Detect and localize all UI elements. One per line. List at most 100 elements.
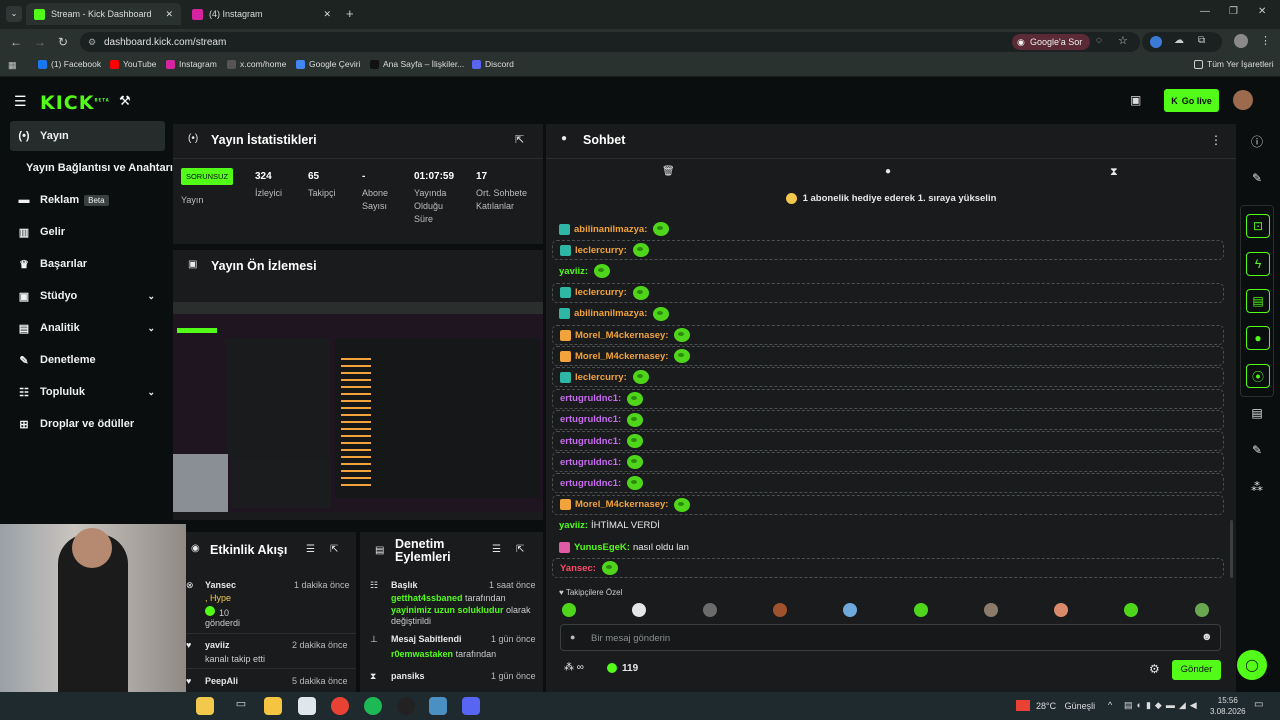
chat-menu-icon[interactable]: ⋮ xyxy=(1210,133,1222,147)
list-icon[interactable]: ▤ xyxy=(1242,398,1272,428)
bookmark-google-translate[interactable]: Google Çeviri xyxy=(296,59,361,69)
chat-message[interactable]: sub leclercurry: xyxy=(552,282,1224,303)
bookmark-youtube[interactable]: YouTube xyxy=(110,59,156,69)
emote-icon[interactable] xyxy=(983,603,998,617)
clip-icon[interactable]: ⊡ xyxy=(1246,214,1270,238)
emote-icon[interactable] xyxy=(1054,603,1069,617)
filter-icon[interactable]: ☰ xyxy=(306,544,315,555)
weather-widget[interactable]: 28°C Güneşli xyxy=(1036,701,1095,711)
chat-username[interactable]: abilinanilmazya: xyxy=(574,308,647,319)
send-button[interactable]: Gönder xyxy=(1172,660,1221,680)
emote-icon[interactable] xyxy=(772,603,787,617)
copilot-icon[interactable] xyxy=(196,697,214,715)
edit-pencil-icon[interactable]: ✎ xyxy=(1242,163,1272,193)
chat-username[interactable]: yaviiz: xyxy=(559,266,588,277)
chat-username[interactable]: ertugruldnc1: xyxy=(560,478,621,489)
trash-icon[interactable]: 🗑 xyxy=(662,166,675,177)
extension-icon[interactable] xyxy=(1150,36,1162,48)
bookmark-star-icon[interactable]: ☆ xyxy=(1118,34,1128,47)
users-icon[interactable]: ⁂ xyxy=(1242,472,1272,502)
chat-input[interactable]: ● Bir mesaj gönderin ☻ xyxy=(560,624,1221,651)
url-field[interactable]: ⚙ dashboard.kick.com/stream xyxy=(80,32,1140,52)
emote-icon[interactable] xyxy=(1194,603,1209,617)
file-explorer-icon[interactable] xyxy=(264,697,282,715)
emote-icon[interactable] xyxy=(702,603,717,617)
bookmark-x[interactable]: x.com/home xyxy=(227,59,286,69)
bookmark-discord[interactable]: Discord xyxy=(472,59,514,69)
emote-icon[interactable] xyxy=(562,603,576,617)
site-info-icon[interactable]: ⚙ xyxy=(88,37,96,48)
go-live-button[interactable]: K Go live xyxy=(1164,89,1219,112)
kebab-menu-icon[interactable]: ⋮ xyxy=(1260,34,1271,47)
chat-message[interactable]: ertugruldnc1: xyxy=(552,452,1224,473)
profile-avatar[interactable] xyxy=(1234,34,1248,48)
chat-username[interactable]: ertugruldnc1: xyxy=(560,436,621,447)
chat-action-icon[interactable]: ● xyxy=(1246,326,1270,350)
sidebar-item-analitik[interactable]: ▤ Analitik ⌄ xyxy=(10,313,165,343)
hammer-icon[interactable]: ⚒ xyxy=(119,93,131,109)
system-tray-icons[interactable]: ▤◐▮◆▬◢◀ xyxy=(1124,700,1201,711)
filter-icon[interactable]: ☰ xyxy=(492,544,501,555)
close-tab-icon[interactable]: ✕ xyxy=(165,9,173,20)
new-tab-icon[interactable]: + xyxy=(346,6,354,21)
close-window-icon[interactable]: ✕ xyxy=(1258,6,1266,17)
chat-username[interactable]: Morel_M4ckernasey: xyxy=(575,499,668,510)
chat-message[interactable]: ertugruldnc1: xyxy=(552,409,1224,430)
gift-sub-banner[interactable]: 1 abonelik hediye ederek 1. sıraya yükse… xyxy=(546,186,1236,210)
sidebar-item-droplar[interactable]: ⊞ Droplar ve ödüller xyxy=(10,409,165,439)
lightning-icon[interactable]: ϟ xyxy=(1246,252,1270,276)
chat-username[interactable]: YunusEgeK: xyxy=(574,542,630,553)
apps-grid-icon[interactable]: ▦ xyxy=(8,60,17,71)
tab-instagram[interactable]: (4) Instagram ✕ xyxy=(184,3,339,25)
popout-icon[interactable]: ⇱ xyxy=(516,544,524,555)
wrench-icon[interactable]: ✎ xyxy=(1242,435,1272,465)
kick-logo[interactable]: KICKBETA xyxy=(40,92,110,114)
clock[interactable]: 15:56 3.08.2026 xyxy=(1210,695,1246,717)
minimize-icon[interactable]: — xyxy=(1200,6,1210,17)
people-icon[interactable]: ⁂ ∞ xyxy=(564,662,584,673)
chat-username[interactable]: Morel_M4ckernasey: xyxy=(575,330,668,341)
user-avatar[interactable] xyxy=(1233,90,1253,110)
extension-icon[interactable]: ☁ xyxy=(1174,35,1184,46)
broadcast-action-icon[interactable]: ⦿ xyxy=(1246,364,1270,388)
sidebar-item-reklam[interactable]: ▬ Reklam Beta xyxy=(10,185,165,215)
google-ask-button[interactable]: ◉ Google'a Sor xyxy=(1012,34,1091,50)
chat-username[interactable]: yaviiz: xyxy=(559,520,588,531)
chat-message[interactable]: ertugruldnc1: xyxy=(552,388,1224,409)
chat-username[interactable]: abilinanilmazya: xyxy=(574,224,647,235)
paint-icon[interactable] xyxy=(298,697,316,715)
bookmark-home[interactable]: Ana Sayfa – İlişkiler... xyxy=(370,59,464,69)
sidebar-item-topluluk[interactable]: ☷ Topluluk ⌄ xyxy=(10,377,165,407)
back-icon[interactable]: ← xyxy=(10,35,22,49)
forward-icon[interactable]: → xyxy=(34,35,46,49)
support-chat-button[interactable]: ◯ xyxy=(1237,650,1267,680)
chat-message[interactable]: sub leclercurry: xyxy=(552,240,1224,261)
chat-username[interactable]: Yansec: xyxy=(560,563,596,574)
chat-username[interactable]: leclercurry: xyxy=(575,372,627,383)
discord-app-icon[interactable] xyxy=(462,697,480,715)
sidebar-item-studyo[interactable]: ▣ Stüdyo ⌄ xyxy=(10,281,165,311)
sidebar-item-denetleme[interactable]: ✎ Denetleme xyxy=(10,345,165,375)
chat-message[interactable]: crown Morel_M4ckernasey: xyxy=(552,325,1224,345)
chat-username[interactable]: ertugruldnc1: xyxy=(560,414,621,425)
bookmark-instagram[interactable]: Instagram xyxy=(166,59,217,69)
sidebar-item-yayin[interactable]: (•) Yayın xyxy=(10,121,165,151)
chat-message[interactable]: crown Morel_M4ckernasey: xyxy=(552,494,1224,515)
chat-username[interactable]: ertugruldnc1: xyxy=(560,393,621,404)
studio-icon[interactable]: ▣ xyxy=(1130,93,1141,107)
tray-chevron-icon[interactable]: ^ xyxy=(1108,700,1112,710)
chat-message[interactable]: Yansec: xyxy=(552,558,1224,579)
spotify-icon[interactable] xyxy=(364,697,382,715)
all-bookmarks[interactable]: Tüm Yer İşaretleri xyxy=(1194,59,1274,69)
slow-mode-icon[interactable]: ⧗ xyxy=(1110,166,1118,179)
restore-icon[interactable]: ❐ xyxy=(1229,6,1238,17)
chat-message[interactable]: ertugruldnc1: xyxy=(552,473,1224,494)
sidebar-item-stream-key[interactable]: Yayın Bağlantısı ve Anahtarı xyxy=(16,153,176,183)
tab-search-icon[interactable]: ⌄ xyxy=(6,6,22,22)
chat-scrollbar[interactable] xyxy=(1230,520,1233,578)
tab-kick-dashboard[interactable]: Stream - Kick Dashboard ✕ xyxy=(26,3,181,25)
chat-message[interactable]: 36 abilinanilmazya: xyxy=(552,304,1224,324)
eye-off-icon[interactable]: ◌ xyxy=(1096,35,1102,46)
chat-message[interactable]: yaviiz: İHTİMAL VERDİ xyxy=(552,516,1224,536)
chat-message[interactable]: 36 abilinanilmazya: xyxy=(552,219,1224,239)
